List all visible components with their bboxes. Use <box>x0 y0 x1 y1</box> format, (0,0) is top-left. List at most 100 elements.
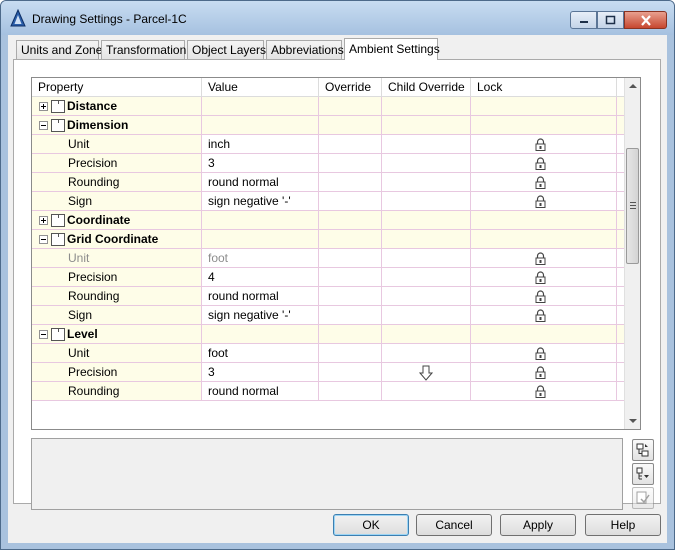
tab-ambient-settings[interactable]: Ambient Settings <box>344 38 440 60</box>
close-button[interactable] <box>624 11 667 29</box>
apply-button[interactable]: Apply <box>500 514 576 536</box>
collapse-icon[interactable] <box>39 330 48 339</box>
lock-cell <box>471 116 617 135</box>
value-cell[interactable]: foot <box>202 344 319 363</box>
group-row[interactable]: Level <box>32 325 625 344</box>
lock-icon[interactable] <box>535 385 546 398</box>
group-row[interactable]: Grid Coordinate <box>32 230 625 249</box>
value-cell <box>202 211 319 230</box>
value-cell[interactable]: round normal <box>202 287 319 306</box>
value-cell[interactable]: 3 <box>202 363 319 382</box>
tab-units-and-zone[interactable]: Units and Zone <box>16 40 102 60</box>
lock-icon[interactable] <box>535 138 546 151</box>
lock-icon[interactable] <box>535 157 546 170</box>
property-row[interactable]: Sign sign negative '-' <box>32 306 625 325</box>
help-button[interactable]: Help <box>585 514 661 536</box>
grip-icon <box>630 202 636 209</box>
value-cell[interactable]: sign negative '-' <box>202 306 319 325</box>
override-cell <box>319 306 382 325</box>
property-label: Precision <box>68 156 118 170</box>
lock-icon[interactable] <box>535 252 546 265</box>
lock-icon[interactable] <box>535 195 546 208</box>
value-cell[interactable]: sign negative '-' <box>202 192 319 211</box>
category-folder-icon <box>51 119 65 132</box>
property-row[interactable]: Precision 3 <box>32 154 625 173</box>
value-cell[interactable]: inch <box>202 135 319 154</box>
property-cell: Distance <box>32 97 202 116</box>
expand-icon[interactable] <box>39 102 48 111</box>
column-header-value[interactable]: Value <box>202 78 319 97</box>
property-cell: Unit <box>32 135 202 154</box>
property-row[interactable]: Rounding round normal <box>32 382 625 401</box>
tab-transformation[interactable]: Transformation <box>101 40 186 60</box>
ambient-settings-panel: Property Value Override Child Override Lock … <box>13 59 661 510</box>
close-icon <box>640 14 651 26</box>
column-header-property[interactable]: Property <box>32 78 202 97</box>
lock-cell <box>471 382 617 401</box>
lock-cell <box>471 135 617 154</box>
maximize-button[interactable] <box>597 11 624 29</box>
column-header-override[interactable]: Override <box>319 78 382 97</box>
override-cell <box>319 211 382 230</box>
group-row[interactable]: Distance <box>32 97 625 116</box>
collapse-all-button[interactable] <box>632 439 654 461</box>
value-cell[interactable]: round normal <box>202 382 319 401</box>
tab-object-layers[interactable]: Object Layers <box>187 40 266 60</box>
lock-icon[interactable] <box>535 271 546 284</box>
ok-button[interactable]: OK <box>333 514 409 536</box>
tab-strip: Units and Zone Transformation Object Layer… <box>16 38 440 60</box>
value-cell[interactable]: round normal <box>202 173 319 192</box>
property-row[interactable]: Sign sign negative '-' <box>32 192 625 211</box>
collapse-icon[interactable] <box>39 235 48 244</box>
lock-cell <box>471 287 617 306</box>
group-row[interactable]: Dimension <box>32 116 625 135</box>
child-override-cell <box>382 230 471 249</box>
collapse-icon[interactable] <box>39 121 48 130</box>
property-cell: Rounding <box>32 382 202 401</box>
property-row[interactable]: Rounding round normal <box>32 173 625 192</box>
property-cell: Coordinate <box>32 211 202 230</box>
group-label: Level <box>67 327 98 341</box>
value-cell[interactable]: 3 <box>202 154 319 173</box>
property-cell: Grid Coordinate <box>32 230 202 249</box>
cancel-button[interactable]: Cancel <box>416 514 492 536</box>
group-label: Grid Coordinate <box>67 232 159 246</box>
property-cell: Precision <box>32 154 202 173</box>
value-cell[interactable]: 4 <box>202 268 319 287</box>
column-header-child-override[interactable]: Child Override <box>382 78 471 97</box>
tab-abbreviations[interactable]: Abbreviations <box>266 40 344 60</box>
property-cell: Sign <box>32 192 202 211</box>
vertical-scrollbar[interactable] <box>624 78 640 429</box>
expand-options-button[interactable] <box>632 463 654 485</box>
value-cell[interactable]: foot <box>202 249 319 268</box>
lock-icon[interactable] <box>535 290 546 303</box>
column-header-lock[interactable]: Lock <box>471 78 617 97</box>
property-cell: Rounding <box>32 173 202 192</box>
category-folder-icon <box>51 100 65 113</box>
expand-icon[interactable] <box>39 216 48 225</box>
scroll-thumb[interactable] <box>626 148 639 264</box>
minimize-button[interactable] <box>570 11 597 29</box>
property-label: Rounding <box>68 289 120 303</box>
property-row[interactable]: Precision 3 <box>32 363 625 382</box>
group-row[interactable]: Coordinate <box>32 211 625 230</box>
title-bar[interactable]: Drawing Settings - Parcel-1C <box>1 1 674 35</box>
property-row[interactable]: Precision 4 <box>32 268 625 287</box>
value-cell <box>202 116 319 135</box>
property-row[interactable]: Unit foot <box>32 344 625 363</box>
property-label: Sign <box>68 308 93 322</box>
lock-icon[interactable] <box>535 347 546 360</box>
property-row[interactable]: Unit inch <box>32 135 625 154</box>
lock-icon[interactable] <box>535 176 546 189</box>
property-cell: Sign <box>32 306 202 325</box>
collapse-tree-icon <box>636 443 649 457</box>
scroll-down-icon[interactable] <box>629 419 637 423</box>
apply-to-children-button[interactable] <box>632 487 654 509</box>
scroll-up-icon[interactable] <box>629 84 637 88</box>
property-row[interactable]: Unit foot <box>32 249 625 268</box>
property-row[interactable]: Rounding round normal <box>32 287 625 306</box>
lock-icon[interactable] <box>535 309 546 322</box>
lock-icon[interactable] <box>535 366 546 379</box>
child-override-cell <box>382 268 471 287</box>
child-override-cell <box>382 211 471 230</box>
